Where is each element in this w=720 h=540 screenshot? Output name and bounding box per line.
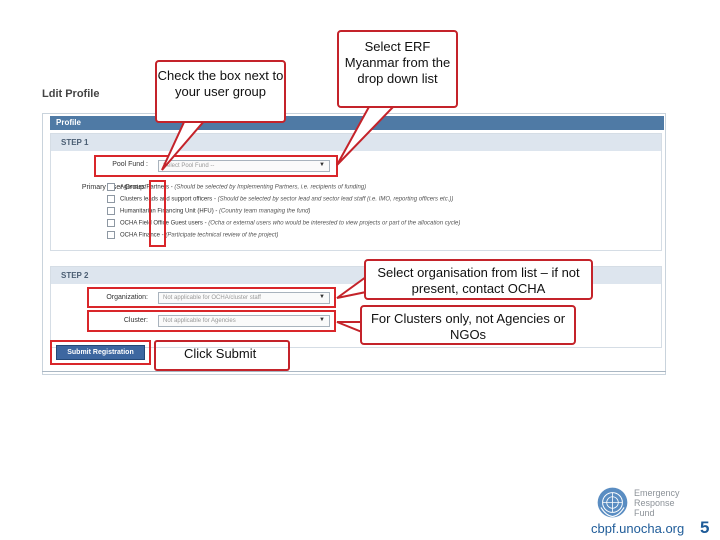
callout-click-submit: Click Submit xyxy=(184,346,257,361)
callout-tail-cluster xyxy=(336,321,363,334)
callout-clusters-only: For Clusters only, not Agencies or NGOs xyxy=(360,305,576,345)
callout-tail-check xyxy=(161,119,208,171)
logo-text-line: Response xyxy=(634,498,675,508)
callout-tail-org xyxy=(336,275,367,299)
logo-text-line: Emergency xyxy=(634,488,680,498)
callout-select-organisation: Select organisation from list – if not p… xyxy=(364,259,593,300)
logo-text-line: Fund xyxy=(634,508,655,518)
un-emblem-icon xyxy=(597,487,628,518)
callout-tail-erf xyxy=(336,104,398,166)
callout-select-erf: Select ERF Myanmar from the drop down li… xyxy=(337,30,458,108)
page-number: 5 xyxy=(700,518,710,537)
callout-check-box: Check the box next to your user group xyxy=(155,60,286,123)
site-url: cbpf.unocha.org xyxy=(591,521,685,536)
erf-logo-text: Emergency Response Fund xyxy=(634,488,680,518)
